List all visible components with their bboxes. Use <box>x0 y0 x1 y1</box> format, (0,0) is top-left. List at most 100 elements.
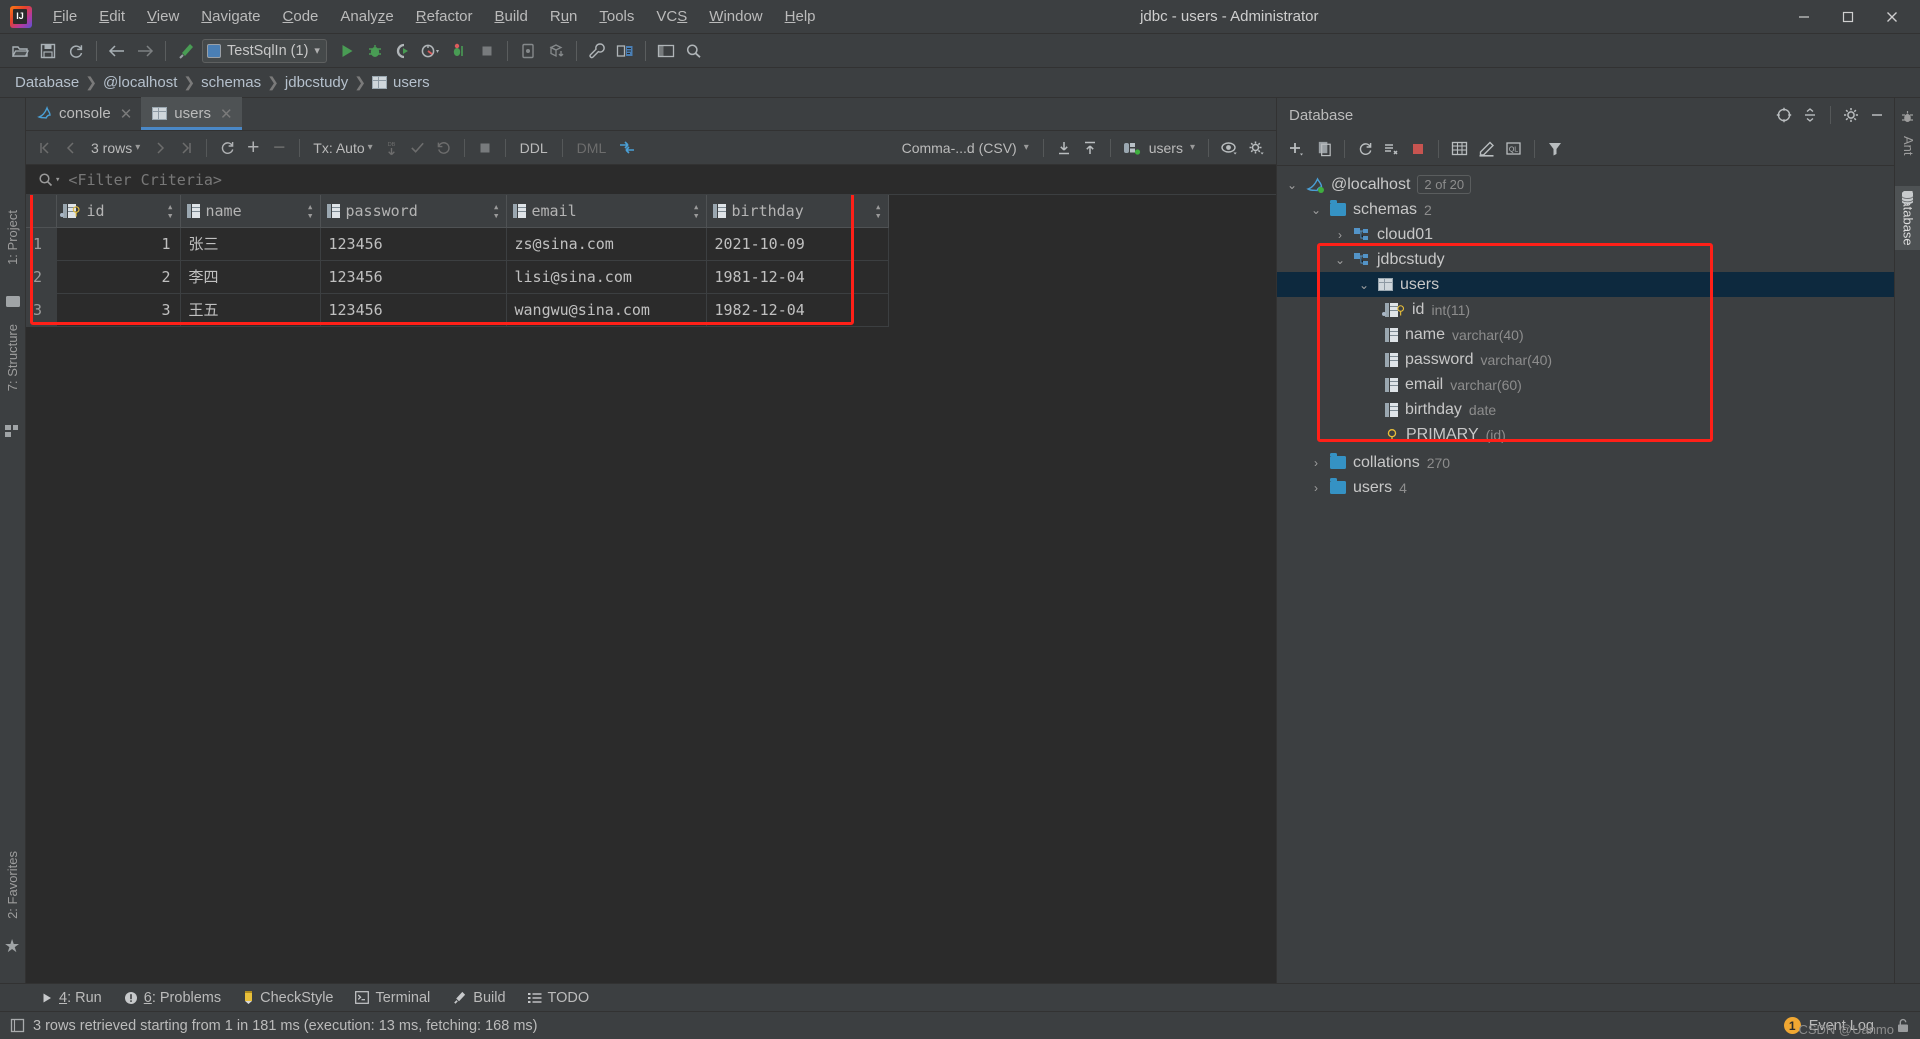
cell-id[interactable]: 3 <box>56 293 181 327</box>
locate-target-icon[interactable] <box>1771 102 1797 128</box>
refresh-icon[interactable] <box>62 37 90 65</box>
sidebar-item-ant[interactable]: Ant <box>1897 132 1920 160</box>
run-button[interactable] <box>333 37 361 65</box>
export-format-selector[interactable]: Comma-...d (CSV) ▾ <box>895 135 1036 161</box>
tree-node-schemas[interactable]: ⌄ schemas 2 <box>1277 197 1894 222</box>
chevron-right-icon[interactable]: › <box>1309 481 1323 495</box>
menu-build[interactable]: Build <box>483 5 538 29</box>
cell-email[interactable]: wangwu@sina.com <box>506 293 707 327</box>
rollback-icon[interactable] <box>431 135 457 161</box>
rows-count-selector[interactable]: 3 rows ▾ <box>84 135 147 161</box>
breadcrumb-jdbcstudy[interactable]: jdbcstudy <box>280 74 353 91</box>
chevron-right-icon[interactable]: › <box>1333 228 1347 242</box>
tree-node-column-name[interactable]: name varchar(40) <box>1277 322 1894 347</box>
menu-vcs[interactable]: VCS <box>645 5 698 29</box>
edit-pencil-icon[interactable] <box>1473 136 1500 162</box>
search-filter-icon[interactable]: ▾ <box>38 172 60 188</box>
chevron-down-icon[interactable]: ▾ <box>314 44 320 57</box>
close-button[interactable] <box>1870 1 1914 33</box>
bottom-tab-problems[interactable]: 6: Problems <box>113 987 232 1009</box>
maximize-button[interactable] <box>1826 1 1870 33</box>
breadcrumb-database[interactable]: Database <box>10 74 84 91</box>
tree-node-collations[interactable]: › collations 270 <box>1277 450 1894 475</box>
minimize-icon[interactable] <box>1864 102 1890 128</box>
copy-icon[interactable] <box>1311 136 1337 162</box>
table-scope-selector[interactable]: users ▾ <box>1118 135 1201 161</box>
arrow-right-icon[interactable] <box>131 37 159 65</box>
tree-node-column-birthday[interactable]: birthday date <box>1277 397 1894 422</box>
tree-node-localhost[interactable]: ⌄ @localhost 2 of 20 <box>1277 172 1894 197</box>
sidebar-item-structure[interactable]: 7: Structure <box>1 320 24 395</box>
breadcrumb-schemas[interactable]: schemas <box>196 74 266 91</box>
tree-node-primary-key[interactable]: ⚲ PRIMARY (id) <box>1277 422 1894 447</box>
menu-edit[interactable]: Edit <box>88 5 136 29</box>
wrench-icon[interactable] <box>583 37 611 65</box>
table-row[interactable]: 2 2 李四 123456 lisi@sina.com 1981-12-04 <box>26 260 889 294</box>
stop-icon[interactable] <box>473 37 501 65</box>
eye-icon[interactable] <box>1216 135 1243 161</box>
sidebar-item-project[interactable]: 1: Project <box>1 206 24 269</box>
column-header-id[interactable]: ⚲ id ▴ ▾ <box>56 195 181 228</box>
stop-red-square-icon[interactable] <box>1405 136 1431 162</box>
chevron-down-icon[interactable]: ⌄ <box>1309 203 1323 217</box>
tree-node-users-table[interactable]: ⌄ users <box>1277 272 1894 297</box>
editor-doc-icon[interactable] <box>10 1018 25 1033</box>
dml-button[interactable]: DML <box>570 135 614 161</box>
profiler-button[interactable] <box>417 37 445 65</box>
debug-button[interactable] <box>361 37 389 65</box>
chevron-down-icon[interactable]: ⌄ <box>1357 278 1371 292</box>
arrow-left-icon[interactable] <box>103 37 131 65</box>
cell-id[interactable]: 1 <box>56 227 181 261</box>
bottom-tab-terminal[interactable]: Terminal <box>344 987 441 1009</box>
sort-toggle-name[interactable]: ▴ ▾ <box>307 201 314 221</box>
menu-analyze[interactable]: Analyze <box>329 5 404 29</box>
sort-toggle-password[interactable]: ▴ ▾ <box>493 201 500 221</box>
close-icon[interactable]: ✕ <box>120 105 133 123</box>
ddl-button[interactable]: DDL <box>513 135 555 161</box>
sync-schema-icon[interactable] <box>1378 136 1405 162</box>
last-page-icon[interactable] <box>173 135 199 161</box>
diff-icon[interactable] <box>613 135 641 161</box>
attach-debugger-icon[interactable] <box>445 37 473 65</box>
add-row-button[interactable]: + <box>240 135 266 161</box>
table-row[interactable]: 1 1 张三 123456 zs@sina.com 2021-10-09 <box>26 227 889 261</box>
lock-icon[interactable] <box>1896 1018 1910 1033</box>
close-icon[interactable]: ✕ <box>220 105 233 123</box>
breadcrumb-users[interactable]: users <box>367 74 435 91</box>
sidebar-item-favorites[interactable]: 2: Favorites <box>1 847 24 923</box>
gear-icon[interactable] <box>1838 102 1864 128</box>
device-manager-icon[interactable] <box>514 37 542 65</box>
next-page-icon[interactable] <box>147 135 173 161</box>
layout-icon[interactable] <box>652 37 680 65</box>
cell-email[interactable]: lisi@sina.com <box>506 260 707 294</box>
reload-data-icon[interactable] <box>214 135 240 161</box>
cell-password[interactable]: 123456 <box>320 293 507 327</box>
sdk-download-icon[interactable] <box>542 37 570 65</box>
bottom-tab-run[interactable]: 4: Run <box>30 987 113 1009</box>
table-row[interactable]: 3 3 王五 123456 wangwu@sina.com 1982-12-04 <box>26 293 889 327</box>
cell-name[interactable]: 李四 <box>180 260 321 294</box>
column-header-password[interactable]: password ▴ ▾ <box>320 195 507 228</box>
export-download-icon[interactable] <box>1051 135 1077 161</box>
refresh-icon[interactable] <box>1352 136 1378 162</box>
filter-bar[interactable]: ▾ <Filter Criteria> <box>26 165 1276 195</box>
column-header-birthday[interactable]: birthday ▴ ▾ <box>706 195 889 228</box>
run-configuration-selector[interactable]: TestSqlIn (1) ▾ <box>202 38 327 63</box>
tab-console[interactable]: console ✕ <box>26 97 141 130</box>
sort-toggle-email[interactable]: ▴ ▾ <box>693 201 700 221</box>
minimize-button[interactable] <box>1782 1 1826 33</box>
breadcrumb-localhost[interactable]: @localhost <box>98 74 182 91</box>
prev-page-icon[interactable] <box>58 135 84 161</box>
column-header-name[interactable]: name ▴ ▾ <box>180 195 321 228</box>
bottom-tab-build[interactable]: Build <box>441 987 516 1009</box>
menu-refactor[interactable]: Refactor <box>405 5 484 29</box>
commit-icon[interactable] <box>405 135 431 161</box>
first-page-icon[interactable] <box>32 135 58 161</box>
cell-email[interactable]: zs@sina.com <box>506 227 707 261</box>
sort-toggle-birthday[interactable]: ▴ ▾ <box>875 201 882 221</box>
menu-tools[interactable]: Tools <box>588 5 645 29</box>
chevron-right-icon[interactable]: › <box>1309 456 1323 470</box>
ql-console-icon[interactable]: QL <box>1500 136 1527 162</box>
filter-criteria-input[interactable]: <Filter Criteria> <box>68 171 222 189</box>
hammer-icon[interactable] <box>172 37 200 65</box>
